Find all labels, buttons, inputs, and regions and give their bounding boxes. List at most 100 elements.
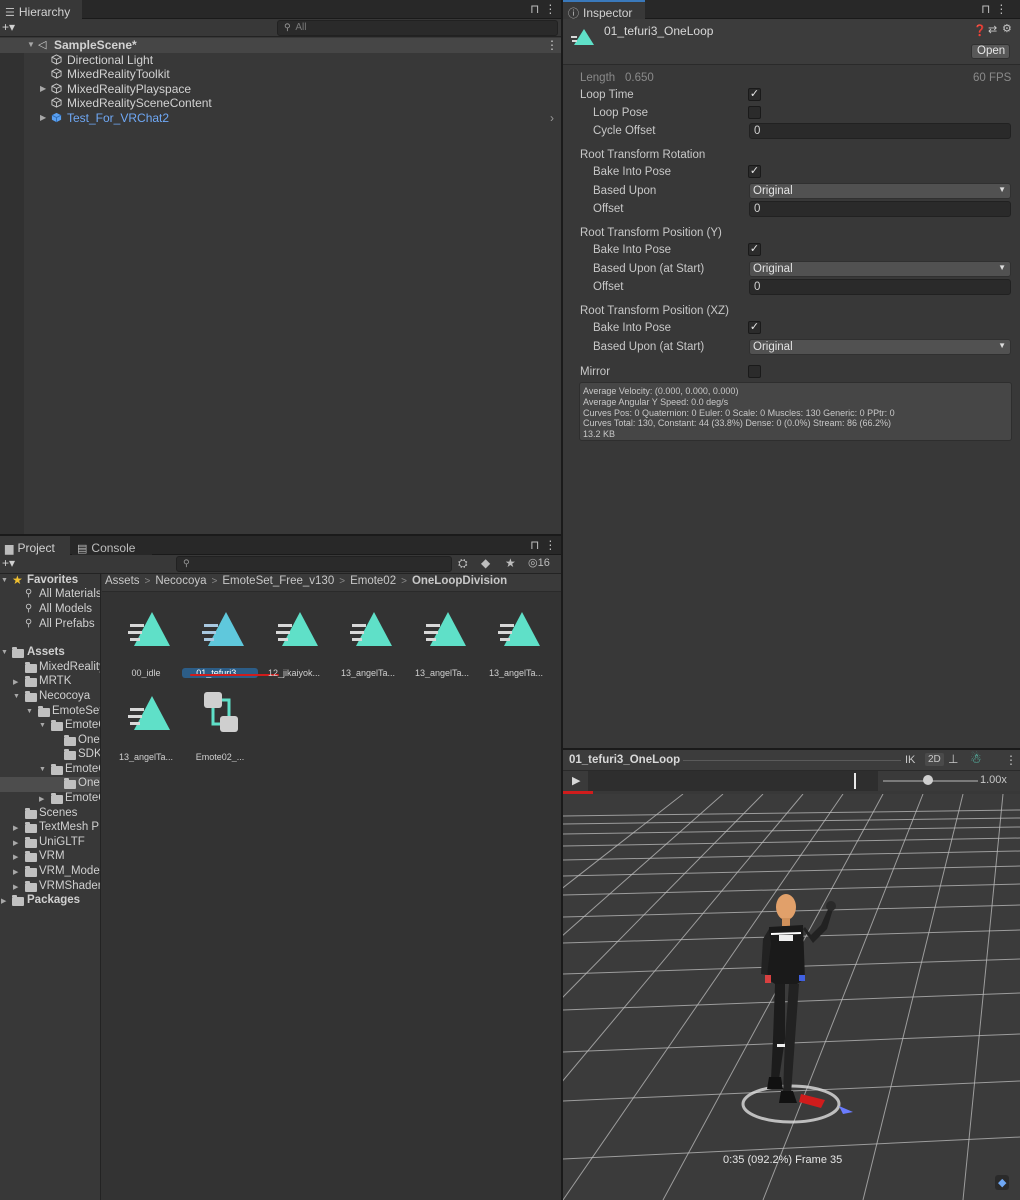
kebab-menu-icon[interactable]: ⋮ [544, 2, 561, 16]
position-xz-bake-checkbox[interactable]: ✓ [748, 321, 761, 334]
asset-tile[interactable]: 12_jikaiyok... [260, 608, 328, 688]
asset-label-tag-icon[interactable]: ◆ [995, 1175, 1010, 1190]
scene-row[interactable]: ▼ ◁ SampleScene* ⋮ [0, 38, 561, 53]
kebab-menu-icon[interactable]: ⋮ [544, 538, 561, 552]
hidden-packages-eye-icon[interactable]: ◎16 [528, 556, 550, 569]
tree-row[interactable]: ▶ MRTK [0, 675, 100, 690]
filter-by-label-icon[interactable]: ◆ [481, 556, 490, 570]
position-xz-based-dropdown[interactable]: Original ▼ [749, 339, 1011, 355]
hierarchy-item[interactable]: Directional Light [0, 53, 561, 68]
preview-viewport[interactable]: 0:35 (092.2%) Frame 35 ◆ [563, 794, 1020, 1200]
breadcrumb-current[interactable]: OneLoopDivision [412, 575, 507, 587]
timeline-track[interactable] [588, 771, 878, 791]
breadcrumb-item[interactable]: Assets [105, 575, 140, 587]
breadcrumb-item[interactable]: Necocoya [155, 575, 206, 587]
tree-row[interactable]: SDK [0, 748, 100, 763]
collapsed-arrow-icon[interactable]: ▶ [13, 839, 18, 847]
expand-arrow-icon[interactable]: ▼ [1, 577, 8, 584]
kebab-menu-icon[interactable]: ⋮ [1005, 753, 1017, 767]
lock-icon[interactable]: ⊓ [530, 2, 544, 16]
add-button[interactable]: +▾ [2, 20, 15, 34]
asset-tile[interactable]: 13_angelTa... [112, 692, 180, 772]
tab-inspector[interactable]: ⓘ Inspector [563, 0, 645, 20]
play-button[interactable]: ▶ [572, 774, 580, 787]
loop-pose-checkbox[interactable] [748, 106, 761, 119]
expand-arrow-icon[interactable]: ▼ [39, 722, 46, 729]
ik-toggle[interactable]: IK [905, 754, 915, 766]
collapsed-arrow-icon[interactable]: ▶ [13, 824, 18, 832]
tree-row-packages[interactable]: ▶ Packages [0, 894, 100, 909]
favorite-item[interactable]: ⚲ All Materials [0, 588, 100, 603]
tree-row[interactable]: ▶ VRMShaders [0, 880, 100, 895]
tab-console[interactable]: ▤ Console [72, 536, 152, 555]
tree-row-assets[interactable]: ▼ Assets [0, 646, 100, 661]
settings-sliders-icon[interactable]: ⇄ [988, 23, 997, 36]
breadcrumb-item[interactable]: EmoteSet_Free_v130 [222, 575, 334, 587]
speed-slider-knob[interactable] [923, 775, 933, 785]
collapsed-arrow-icon[interactable]: ▶ [1, 897, 6, 905]
collapsed-arrow-icon[interactable]: ▶ [13, 883, 18, 891]
rotation-based-dropdown[interactable]: Original ▼ [749, 183, 1011, 199]
hierarchy-item[interactable]: MixedRealitySceneContent [0, 96, 561, 111]
rotation-offset-field[interactable]: 0 [749, 201, 1011, 217]
hierarchy-search-input[interactable]: ⚲ All [277, 20, 558, 36]
playhead[interactable] [854, 773, 856, 789]
rotation-bake-checkbox[interactable]: ✓ [748, 165, 761, 178]
favorite-item[interactable]: ⚲ All Models [0, 603, 100, 618]
tree-row[interactable]: ▼ EmoteC [0, 763, 100, 778]
hierarchy-item[interactable]: ▶ Test_For_VRChat2 › [0, 111, 561, 126]
collapsed-arrow-icon[interactable]: ▶ [39, 795, 44, 803]
horizontal-splitter-left[interactable] [0, 534, 561, 536]
hierarchy-item[interactable]: ▶ MixedRealityPlayspace [0, 82, 561, 97]
vertical-splitter[interactable] [561, 0, 563, 1200]
help-icon[interactable]: ❓ [973, 24, 987, 37]
project-search-input[interactable]: ⚲ [176, 556, 452, 572]
asset-tile[interactable]: 13_angelTa... [334, 608, 402, 688]
open-button[interactable]: Open [971, 44, 1010, 59]
tree-row[interactable]: ▶ TextMesh P [0, 821, 100, 836]
collapsed-arrow-icon[interactable]: ▶ [13, 853, 18, 861]
position-y-offset-field[interactable]: 0 [749, 279, 1011, 295]
position-y-based-dropdown[interactable]: Original ▼ [749, 261, 1011, 277]
chevron-right-icon[interactable]: › [550, 111, 554, 125]
collapsed-arrow-icon[interactable]: ▶ [13, 678, 18, 686]
pivot-icon[interactable]: ⊥ [948, 752, 958, 766]
tree-row[interactable]: Scenes [0, 807, 100, 822]
collapsed-arrow-icon[interactable]: ▶ [13, 868, 18, 876]
tree-row[interactable]: ▶ EmoteC [0, 792, 100, 807]
create-button[interactable]: +▾ [2, 556, 15, 570]
tree-row[interactable]: MixedReality [0, 661, 100, 676]
tab-hierarchy[interactable]: ☰ Hierarchy [0, 0, 82, 19]
loop-time-checkbox[interactable]: ✓ [748, 88, 761, 101]
favorite-item[interactable]: ⚲ All Prefabs [0, 618, 100, 633]
cycle-offset-field[interactable]: 0 [749, 123, 1011, 139]
tree-row[interactable]: ▼ Necocoya [0, 690, 100, 705]
tab-project[interactable]: ▆ Project [0, 536, 70, 555]
breadcrumb-item[interactable]: Emote02 [350, 575, 396, 587]
scene-menu-icon[interactable]: ⋮ [546, 38, 558, 52]
filter-by-type-icon[interactable]: ⛭ [458, 556, 468, 571]
asset-tile[interactable]: 13_angelTa... [482, 608, 550, 688]
tree-row[interactable]: ▶ VRM_Models [0, 865, 100, 880]
tree-row[interactable]: ▼ EmoteC [0, 719, 100, 734]
tree-row[interactable]: ▶ UniGLTF [0, 836, 100, 851]
hierarchy-item[interactable]: MixedRealityToolkit [0, 67, 561, 82]
tree-row-selected[interactable]: One [0, 777, 100, 792]
collapsed-arrow-icon[interactable]: ▶ [40, 84, 46, 93]
expand-arrow-icon[interactable]: ▼ [1, 649, 8, 656]
tree-row[interactable]: ▼ EmoteSet [0, 705, 100, 720]
asset-tile[interactable]: 00_idle [112, 608, 180, 688]
favorite-star-icon[interactable]: ★ [505, 556, 516, 570]
lock-icon[interactable]: ⊓ [981, 2, 995, 16]
kebab-menu-icon[interactable]: ⋮ [995, 2, 1012, 16]
favorites-header[interactable]: ▼ ★ Favorites [0, 574, 100, 589]
expand-arrow-icon[interactable]: ▼ [27, 40, 35, 49]
expand-arrow-icon[interactable]: ▼ [39, 766, 46, 773]
tree-row[interactable]: One [0, 734, 100, 749]
asset-tile[interactable]: Emote02_... [186, 692, 254, 772]
mode-2d-toggle[interactable]: 2D [925, 753, 944, 766]
avatar-humanoid-icon[interactable]: ☃ [970, 751, 982, 767]
asset-tile[interactable]: 13_angelTa... [408, 608, 476, 688]
tree-row[interactable]: ▶ VRM [0, 850, 100, 865]
collapsed-arrow-icon[interactable]: ▶ [40, 113, 46, 122]
